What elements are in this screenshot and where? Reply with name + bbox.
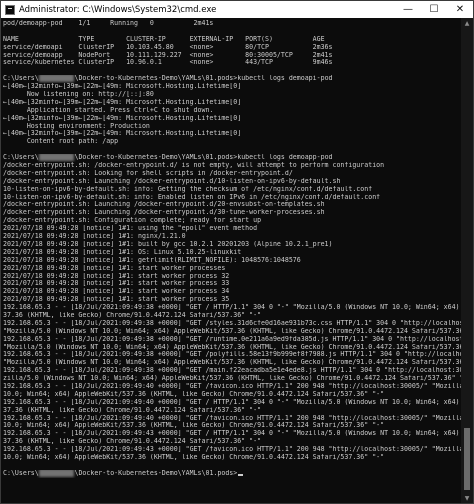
console-line: /docker-entrypoint.sh: Launching /docker… (3, 209, 325, 217)
console-line: Hosting environment: Production (3, 122, 150, 130)
console-line: service/demoapp NodePort 10.111.129.227 … (3, 51, 333, 59)
cmd-window: Administrator: C:\Windows\System32\cmd.e… (0, 0, 474, 504)
console-line: 192.168.65.3 - - [18/Jul/2021:09:49:43 +… (3, 446, 461, 454)
window-title: Administrator: C:\Windows\System32\cmd.e… (19, 4, 217, 15)
console-line: 2021/07/18 09:49:28 [notice] 1#1: start … (3, 288, 230, 296)
console-output[interactable]: pod/demoapp-pod 1/1 Running 0 2m41s NAME … (3, 20, 461, 503)
console-line: ←[40m←[32minfo←[39m←[22m←[49m: Microsoft… (3, 114, 242, 122)
console-line: 2021/07/18 09:49:28 [notice] 1#1: start … (3, 272, 230, 280)
console-line: 10-listen-on-ipv6-by-default.sh: info: G… (3, 185, 373, 193)
redacted-username: █████████ (38, 154, 75, 162)
console-line: /docker-entrypoint.sh: Launching /docker… (3, 201, 325, 209)
text-cursor (238, 473, 244, 476)
console-line: 192.168.65.3 - - [18/Jul/2021:09:49:38 +… (3, 319, 461, 327)
console-line: ←[40m←[32minfo←[39m←[22m←[49m: Microsoft… (3, 98, 242, 106)
console-line: 192.168.65.3 - - [18/Jul/2021:09:49:40 +… (3, 414, 461, 422)
console-line: 192.168.65.3 - - [18/Jul/2021:09:49:40 +… (3, 398, 460, 406)
minimize-button[interactable]: — (395, 1, 421, 18)
console-line: /docker-entrypoint.sh: Configuration com… (3, 217, 262, 225)
console-line: /docker-entrypoint.sh: Launching /docker… (3, 177, 341, 185)
scroll-down-arrow-icon[interactable]: ▼ (461, 493, 473, 503)
console-line: 192.168.65.3 - - [18/Jul/2021:09:49:38 +… (3, 367, 461, 375)
console-line: 37.36 (KHTML, like Gecko) Chrome/91.0.44… (3, 406, 262, 414)
console-line: 2021/07/18 09:49:28 [notice] 1#1: using … (3, 225, 258, 233)
console-line: ←[40m←[32minfo←[39m←[22m←[49m: Microsoft… (3, 83, 242, 91)
console-line: zilla/5.0 (Windows NT 10.0; Win64; x64) … (3, 375, 461, 383)
console-line: "Mozilla/5.0 (Windows NT 10.0; Win64; x6… (3, 359, 461, 367)
console-line: C:\Users\█████████\Docker-to-Kubernetes-… (3, 154, 333, 162)
console-line: 10.0; Win64; x64) AppleWebKit/537.36 (KH… (3, 390, 385, 398)
console-line: 37.36 (KHTML, like Gecko) Chrome/91.0.44… (3, 311, 262, 319)
console-line: 2021/07/18 09:49:28 [notice] 1#1: OS: Li… (3, 248, 242, 256)
console-line: "Mozilla/5.0 (Windows NT 10.0; Win64; x6… (3, 327, 461, 335)
vertical-scrollbar[interactable]: ▲ ▼ (461, 18, 473, 503)
scroll-up-arrow-icon[interactable]: ▲ (461, 18, 473, 28)
console-line: C:\Users\█████████\Docker-to-Kubernetes-… (3, 75, 333, 83)
console-line: 37.36 (KHTML, like Gecko) Chrome/91.0.44… (3, 438, 262, 446)
title-bar[interactable]: Administrator: C:\Windows\System32\cmd.e… (1, 1, 473, 18)
console-line: Application started. Press Ctrl+C to shu… (3, 106, 214, 114)
console-line: pod/demoapp-pod 1/1 Running 0 2m41s (3, 20, 214, 27)
redacted-username: █████████ (38, 469, 75, 477)
console-line: 2021/07/18 09:49:28 [notice] 1#1: getrli… (3, 256, 301, 264)
console-line: 2021/07/18 09:49:28 [notice] 1#1: start … (3, 296, 230, 304)
console-line: ←[40m←[32minfo←[39m←[22m←[49m: Microsoft… (3, 130, 242, 138)
console-line: service/demoapi ClusterIP 10.103.45.80 <… (3, 43, 333, 51)
maximize-button[interactable]: ☐ (421, 1, 447, 18)
console-line: 10-listen-on-ipv6-by-default.sh: info: E… (3, 193, 381, 201)
close-button[interactable]: ✕ (447, 1, 473, 18)
console-line: 2021/07/18 09:49:28 [notice] 1#1: built … (3, 240, 333, 248)
console-line: 2021/07/18 09:49:28 [notice] 1#1: start … (3, 280, 230, 288)
console-line: 192.168.65.3 - - [18/Jul/2021:09:49:40 +… (3, 382, 461, 390)
console-line: "Mozilla/5.0 (Windows NT 10.0; Win64; x6… (3, 343, 461, 351)
scrollbar-thumb[interactable] (464, 428, 470, 490)
console-line: Now listening on: http://[::]:80 (3, 91, 154, 99)
console-line: C:\Users\█████████\Docker-to-Kubernetes-… (3, 469, 461, 478)
console-line: 2021/07/18 09:49:28 [notice] 1#1: nginx/… (3, 233, 186, 241)
console-line: 192.168.65.3 - - [18/Jul/2021:09:49:38 +… (3, 335, 461, 343)
console-line: 192.168.65.3 - - [18/Jul/2021:09:49:38 +… (3, 351, 461, 359)
console-line: /docker-entrypoint.sh: Looking for shell… (3, 169, 293, 177)
console-line: /docker-entrypoint.sh: /docker-entrypoin… (3, 162, 385, 170)
console-line: service/kubernetes ClusterIP 10.96.0.1 <… (3, 59, 333, 67)
redacted-username: █████████ (38, 75, 75, 83)
console-line: NAME TYPE CLUSTER-IP EXTERNAL-IP PORT(S)… (3, 35, 325, 43)
console-line: 192.168.65.3 - - [18/Jul/2021:09:49:38 +… (3, 304, 460, 312)
console-app-icon (5, 4, 15, 15)
console-line: 10.0; Win64; x64) AppleWebKit/537.36 (KH… (3, 453, 385, 461)
console-line: Content root path: /app (3, 138, 119, 146)
console-line: 2021/07/18 09:49:28 [notice] 1#1: start … (3, 264, 226, 272)
console-line: 192.168.65.3 - - [18/Jul/2021:09:49:43 +… (3, 430, 460, 438)
console-line: 10.0; Win64; x64) AppleWebKit/537.36 (KH… (3, 422, 385, 430)
